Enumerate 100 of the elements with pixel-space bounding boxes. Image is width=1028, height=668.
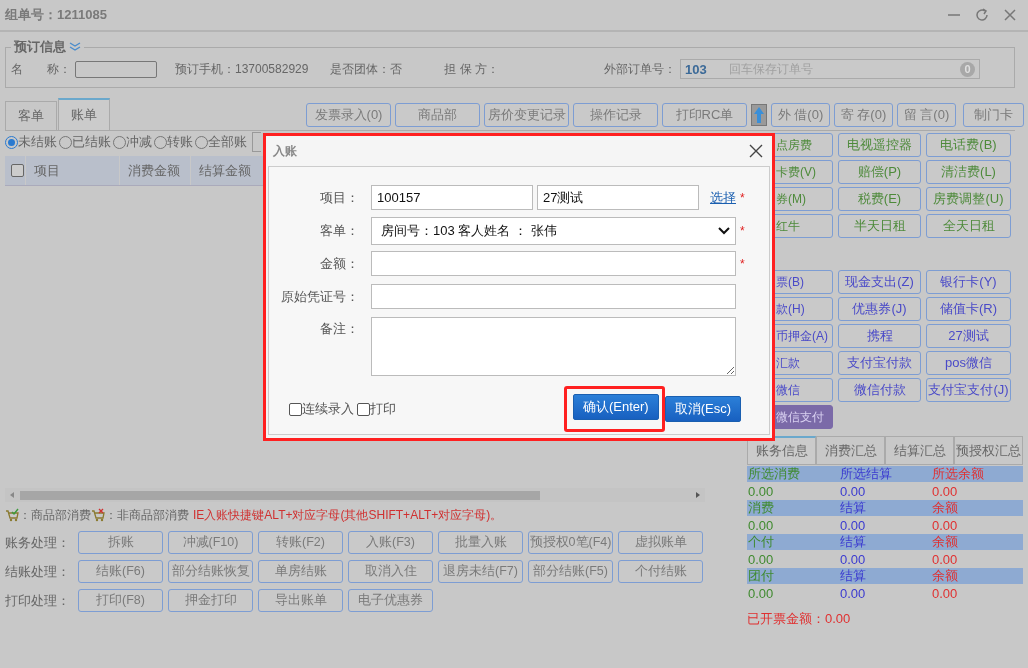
checkbox[interactable] (289, 402, 302, 416)
action-button[interactable]: 导出账单 (258, 589, 343, 612)
action-button[interactable]: 虚拟账单 (618, 531, 703, 554)
charge-button[interactable]: 税费(E) (838, 187, 921, 211)
tab[interactable]: 预授权汇总 (954, 436, 1023, 464)
payment-button[interactable]: 储值卡(R) (926, 297, 1011, 321)
action-button[interactable]: 个付结账 (618, 560, 703, 583)
payment-button[interactable]: 携程 (838, 324, 921, 348)
toolbar-button[interactable]: 打印RC单 (662, 103, 747, 127)
value-text: 0.00 (931, 585, 959, 601)
charge-button[interactable]: 全天日租 (926, 214, 1011, 238)
field-label: 外部订单号： (604, 60, 677, 78)
action-button[interactable]: 预授权0笔(F4) (528, 531, 613, 554)
charge-button[interactable]: 电话费(B) (926, 133, 1011, 157)
cancel-button[interactable]: 取消(Esc) (664, 396, 741, 422)
name-field[interactable] (75, 60, 157, 78)
value-text: 0.00 (839, 483, 867, 499)
payment-button[interactable]: 现金支出(Z) (838, 270, 921, 294)
scrollbar-thumb[interactable] (20, 490, 540, 500)
chevron-down-icon (718, 226, 730, 235)
field-label: 项目： (319, 188, 359, 207)
refresh-icon[interactable] (974, 7, 990, 23)
input-field[interactable] (371, 284, 736, 309)
guest-dropdown[interactable]: 房间号：103 客人姓名 ： 张伟 (371, 216, 736, 245)
charge-button[interactable]: 房费调整(U) (926, 187, 1011, 211)
toolbar-button[interactable]: 发票录入(0) (306, 103, 391, 127)
action-button[interactable]: 电子优惠券 (348, 589, 433, 612)
action-button[interactable]: 批量入账 (438, 531, 523, 554)
horizontal-scrollbar[interactable] (5, 488, 705, 502)
close-icon[interactable] (748, 143, 764, 159)
payment-button[interactable]: 微信付款 (838, 378, 921, 402)
charge-button[interactable]: 电视遥控器 (838, 133, 921, 157)
notes-field[interactable] (371, 317, 736, 376)
input-field[interactable]: 100157 (371, 185, 533, 210)
payment-button[interactable]: pos微信 (926, 351, 1011, 375)
action-button[interactable]: 单房结账 (258, 560, 343, 583)
column-header: 个付 (747, 533, 775, 551)
up-arrow-button[interactable] (751, 104, 767, 126)
input-field[interactable] (371, 251, 736, 276)
toolbar-button[interactable]: 留 言(0) (897, 103, 956, 127)
field-label: 备注： (319, 320, 359, 338)
value-text: 0.00 (931, 517, 959, 533)
select-all-checkbox[interactable] (11, 164, 24, 177)
payment-button[interactable]: 支付宝支付(J) (926, 378, 1011, 402)
invoiced-amount: 已开票金额：0.00 (747, 610, 852, 628)
toolbar-button[interactable]: 操作记录 (573, 103, 658, 127)
action-button[interactable]: 打印(F8) (78, 589, 163, 612)
row-label: 打印处理： (5, 591, 71, 610)
action-button[interactable]: 部分结账恢复 (168, 560, 253, 583)
radio-label[interactable]: 已结账 (72, 133, 111, 151)
column-header: 所选结算 (839, 465, 893, 483)
action-button[interactable]: 入账(F3) (348, 531, 433, 554)
charge-button[interactable]: 半天日租 (838, 214, 921, 238)
value-text: 0.00 (747, 483, 775, 499)
payment-button[interactable]: 银行卡(Y) (926, 270, 1011, 294)
tab[interactable]: 消费汇总 (816, 436, 885, 464)
field-label: 担 保 方： (444, 60, 500, 78)
confirm-button[interactable]: 确认(Enter) (572, 394, 659, 420)
toolbar-button[interactable]: 制门卡 (963, 103, 1024, 127)
action-button[interactable]: 取消入住 (348, 560, 433, 583)
checkbox-label[interactable]: 连续录入 (302, 400, 354, 418)
toolbar-button[interactable]: 寄 存(0) (834, 103, 893, 127)
payment-button[interactable]: 27测试 (926, 324, 1011, 348)
checkbox[interactable] (357, 402, 370, 416)
radio-label[interactable]: 未结账 (18, 133, 57, 151)
toolbar-button[interactable]: 外 借(0) (771, 103, 830, 127)
scroll-left-icon[interactable] (8, 491, 16, 499)
radio-label[interactable]: 转账 (167, 133, 193, 151)
action-button[interactable]: 退房未结(F7) (438, 560, 523, 583)
radio-label[interactable]: 冲减 (126, 133, 152, 151)
scroll-right-icon[interactable] (694, 491, 702, 499)
toolbar-button[interactable]: 商品部 (395, 103, 480, 127)
tab[interactable]: 账务信息 (747, 436, 816, 464)
action-button[interactable]: 部分结账(F5) (528, 560, 613, 583)
tab[interactable]: 客单 (5, 101, 57, 130)
required-mark: * (740, 256, 745, 271)
charge-button[interactable]: 赔偿(P) (838, 160, 921, 184)
row-label: 账务处理： (5, 533, 71, 552)
radio-label[interactable]: 全部账 (208, 133, 247, 151)
chevron-down-icon[interactable] (69, 42, 81, 52)
action-button[interactable]: 冲减(F10) (168, 531, 253, 554)
column-header: 项目 (34, 161, 60, 180)
value-text: 0.00 (931, 551, 959, 567)
column-header: 结算 (839, 533, 867, 551)
toolbar-button[interactable]: 房价变更记录 (484, 103, 569, 127)
action-button[interactable]: 结账(F6) (78, 560, 163, 583)
tab[interactable]: 账单 (58, 98, 110, 130)
dropdown-field[interactable] (252, 132, 261, 152)
charge-button[interactable]: 清洁费(L) (926, 160, 1011, 184)
action-button[interactable]: 拆账 (78, 531, 163, 554)
tab[interactable]: 结算汇总 (885, 436, 954, 464)
checkbox-label[interactable]: 打印 (370, 400, 396, 418)
column-header: 余额 (931, 533, 959, 551)
select-link[interactable]: 选择 (710, 188, 736, 207)
action-button[interactable]: 转账(F2) (258, 531, 343, 554)
payment-button[interactable]: 优惠券(J) (838, 297, 921, 321)
field-label: 原始凭证号： (280, 287, 359, 306)
input-field[interactable]: 27测试 (537, 185, 699, 210)
action-button[interactable]: 押金打印 (168, 589, 253, 612)
payment-button[interactable]: 支付宝付款 (838, 351, 921, 375)
